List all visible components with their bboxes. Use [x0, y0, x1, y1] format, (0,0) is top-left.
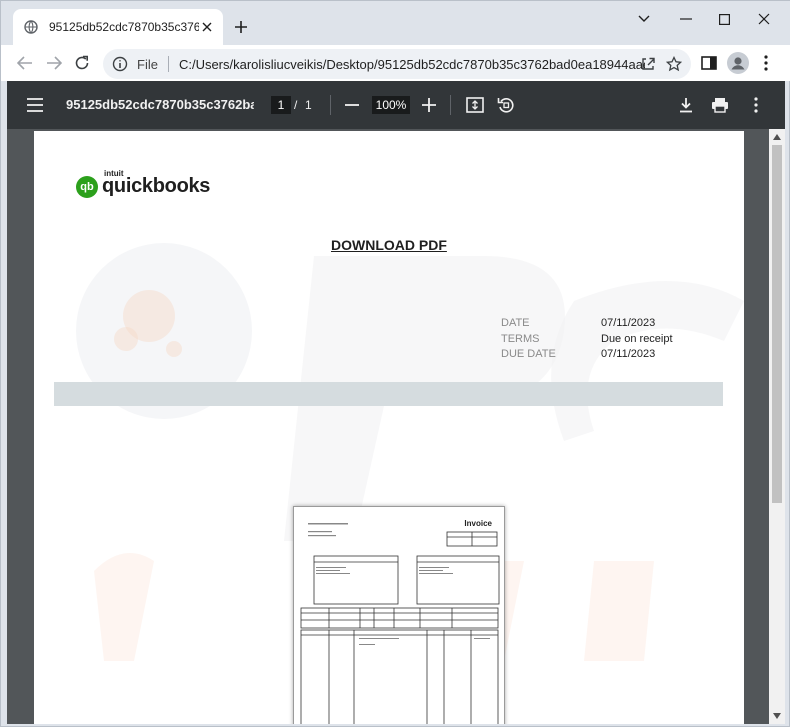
scroll-down-icon[interactable]: [769, 709, 785, 723]
rotate-icon[interactable]: [496, 95, 516, 115]
meta-label: TERMS: [501, 332, 540, 345]
invoice-thumbnail-drawing: [300, 523, 500, 724]
pdf-viewport[interactable]: qb intuit quickbooks DOWNLOAD PDF DATE 0…: [7, 129, 785, 724]
intuit-label: intuit: [104, 169, 124, 178]
zoom-input[interactable]: 100%: [372, 96, 410, 114]
page-number-input[interactable]: 1: [271, 96, 291, 114]
meta-label: DUE DATE: [501, 348, 556, 360]
kebab-icon[interactable]: [754, 51, 778, 75]
meta-label: DATE: [501, 317, 530, 329]
invoice-meta: DATE 07/11/2023 TERMS Due on receipt DUE…: [501, 317, 673, 364]
pdf-title: 95125db52cdc7870b35c3762ba...: [66, 97, 254, 112]
download-pdf-link[interactable]: DOWNLOAD PDF: [331, 237, 447, 253]
minimize-icon[interactable]: [671, 7, 701, 31]
browser-toolbar: File C:/Users/karolisliucveikis/Desktop/…: [1, 45, 790, 81]
divider: [167, 56, 169, 72]
download-icon[interactable]: [676, 95, 696, 115]
meta-value: Due on receipt: [601, 332, 673, 345]
maximize-icon[interactable]: [709, 7, 739, 31]
sidepanel-icon[interactable]: [697, 51, 721, 75]
forward-icon[interactable]: [42, 51, 66, 75]
share-icon[interactable]: [639, 55, 657, 73]
page-total: 1: [305, 98, 312, 112]
pdf-page: qb intuit quickbooks DOWNLOAD PDF DATE 0…: [34, 131, 744, 724]
more-icon[interactable]: [746, 95, 766, 115]
info-icon[interactable]: [111, 55, 129, 73]
globe-icon: [23, 19, 39, 35]
page-separator: /: [294, 98, 298, 112]
profile-icon[interactable]: [726, 51, 750, 75]
quickbooks-logo: qb intuit quickbooks: [76, 169, 211, 198]
close-icon[interactable]: [199, 19, 215, 35]
zoom-out-icon[interactable]: [342, 95, 362, 115]
chevron-down-icon[interactable]: [629, 7, 659, 31]
scroll-up-icon[interactable]: [769, 130, 785, 144]
url-scheme-label: File: [137, 56, 158, 72]
reload-icon[interactable]: [70, 51, 94, 75]
zoom-in-icon[interactable]: [419, 95, 439, 115]
vertical-scrollbar[interactable]: [769, 129, 785, 724]
back-icon[interactable]: [13, 51, 37, 75]
browser-window: 95125db52cdc7870b35c3762bad0ea18944aaed9…: [0, 0, 790, 727]
fit-page-icon[interactable]: [465, 95, 485, 115]
quickbooks-wordmark: quickbooks: [102, 175, 211, 197]
section-band: [54, 382, 723, 406]
menu-icon[interactable]: [25, 95, 45, 115]
address-bar[interactable]: File C:/Users/karolisliucveikis/Desktop/…: [103, 49, 691, 79]
meta-value: 07/11/2023: [601, 348, 656, 360]
pdf-toolbar: 95125db52cdc7870b35c3762ba... 1 / 1 100%: [7, 81, 785, 129]
invoice-thumbnail-image[interactable]: Invoice: [293, 506, 505, 724]
browser-tab[interactable]: 95125db52cdc7870b35c3762bad0ea18944aaed9…: [13, 9, 223, 45]
meta-row-date: DATE 07/11/2023: [501, 317, 673, 333]
url-text[interactable]: C:/Users/karolisliucveikis/Desktop/95125…: [179, 57, 645, 72]
meta-row-terms: TERMS Due on receipt: [501, 333, 673, 349]
star-icon[interactable]: [665, 55, 683, 73]
tab-title: 95125db52cdc7870b35c3762bad0ea18944aaed9…: [49, 20, 199, 34]
meta-row-due-date: DUE DATE 07/11/2023: [501, 348, 673, 364]
close-icon[interactable]: [749, 7, 779, 31]
meta-value: 07/11/2023: [601, 317, 656, 329]
divider: [330, 95, 331, 115]
print-icon[interactable]: [710, 95, 730, 115]
scrollbar-thumb[interactable]: [772, 145, 782, 503]
divider: [450, 95, 451, 115]
tab-strip: 95125db52cdc7870b35c3762bad0ea18944aaed9…: [1, 1, 790, 45]
quickbooks-logo-icon: qb: [76, 175, 98, 198]
plus-icon[interactable]: [231, 17, 251, 37]
